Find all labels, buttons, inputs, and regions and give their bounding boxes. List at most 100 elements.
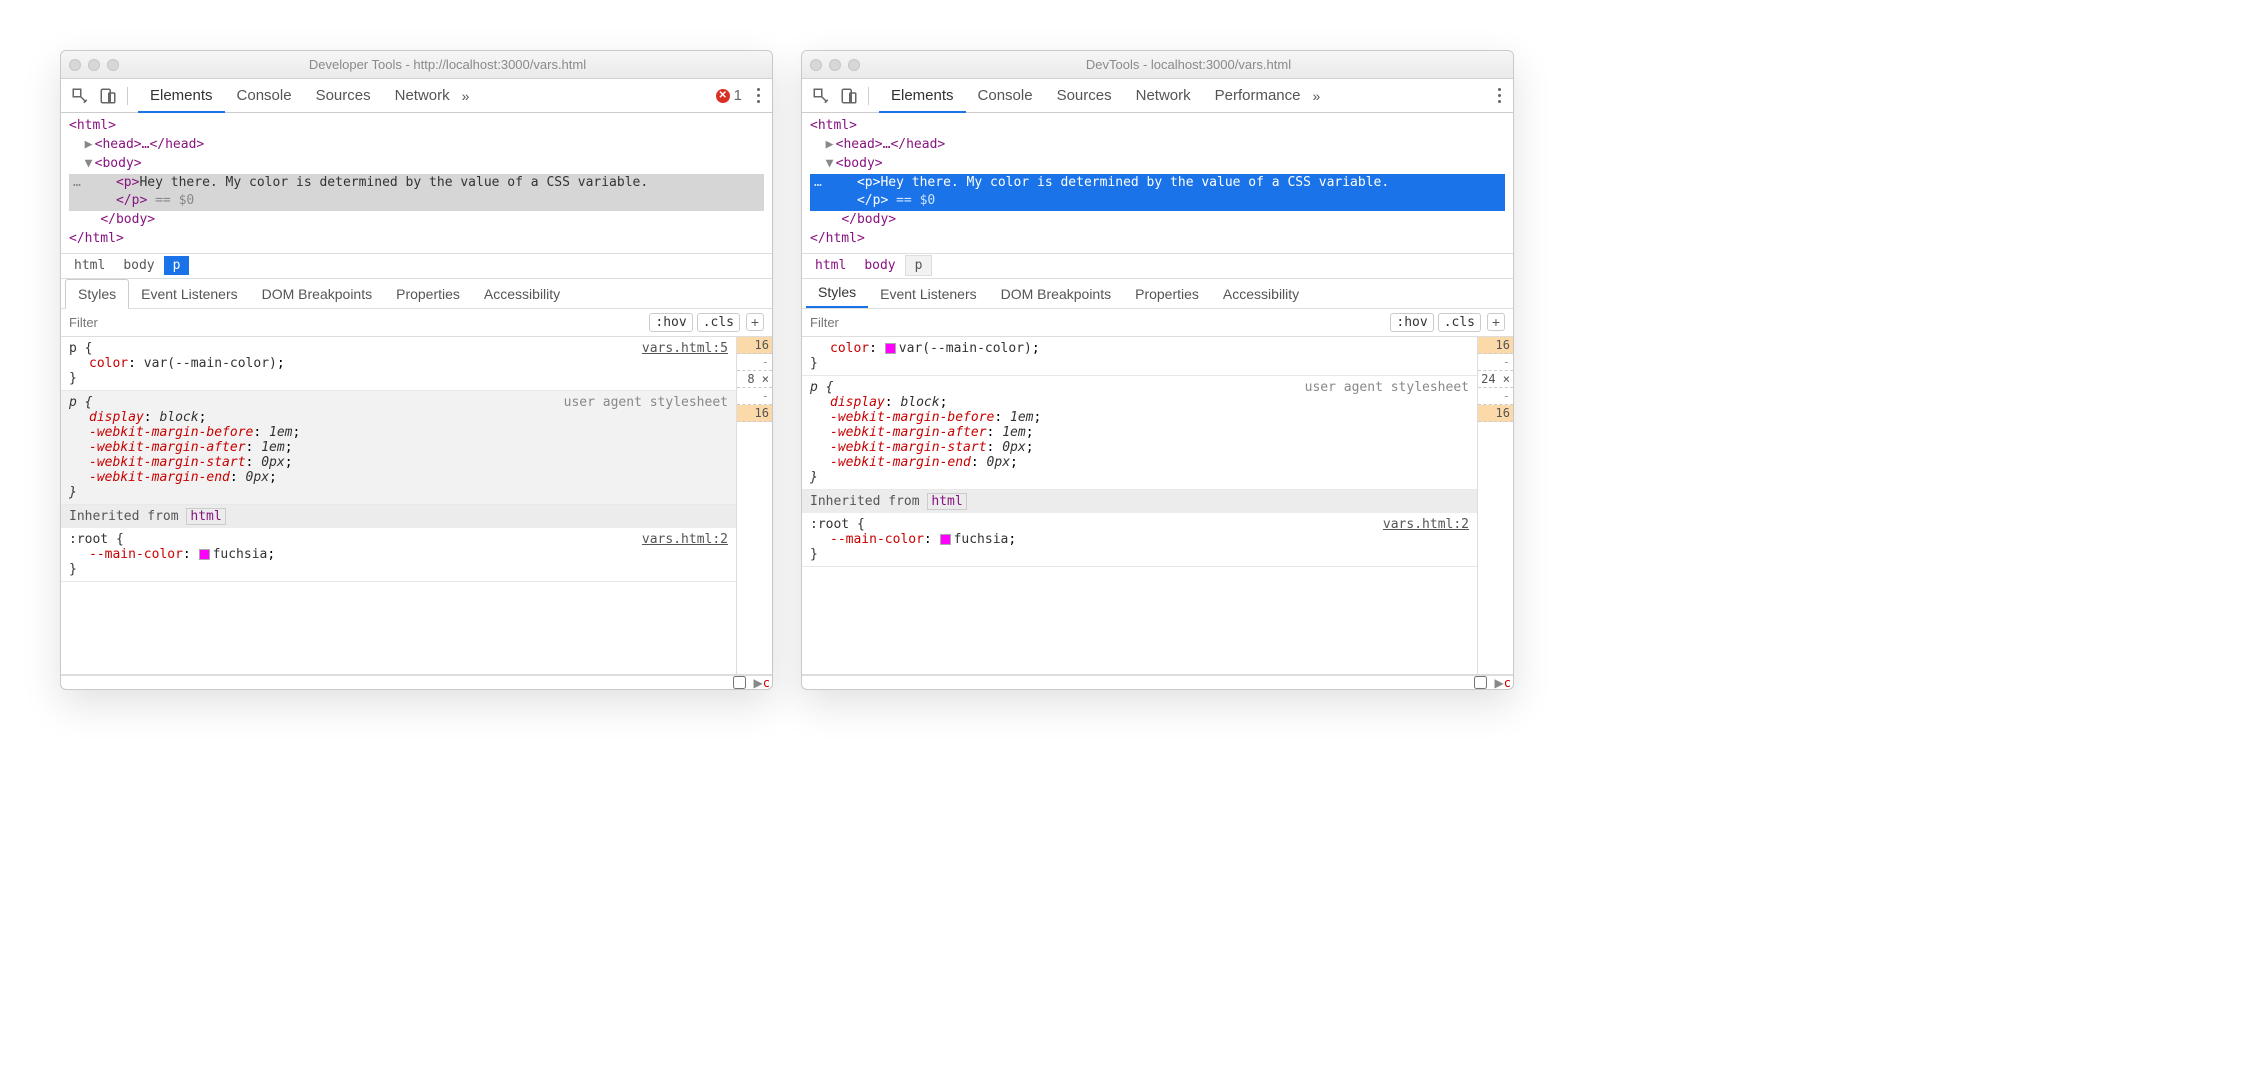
subtab-properties[interactable]: Properties — [1123, 280, 1211, 308]
source-link[interactable]: vars.html:2 — [642, 532, 728, 547]
cls-toggle[interactable]: .cls — [1438, 313, 1481, 332]
hov-toggle[interactable]: :hov — [649, 313, 692, 332]
close-light[interactable] — [810, 59, 822, 71]
crumb-p[interactable]: p — [905, 255, 933, 276]
inspect-icon[interactable] — [812, 87, 830, 105]
styles-panel[interactable]: color: var(--main-color); } user agent s… — [802, 337, 1477, 674]
truncated-code: c — [763, 676, 770, 690]
minimize-light[interactable] — [88, 59, 100, 71]
source-label: user agent stylesheet — [1305, 380, 1469, 395]
zoom-light[interactable] — [848, 59, 860, 71]
subtab-accessibility[interactable]: Accessibility — [1211, 280, 1311, 308]
tab-console[interactable]: Console — [225, 79, 304, 113]
device-icon[interactable] — [840, 87, 858, 105]
error-count: 1 — [734, 87, 742, 104]
main-tabbar: Elements Console Sources Network Perform… — [802, 79, 1513, 113]
new-style-rule-button[interactable]: + — [746, 313, 764, 331]
menu-icon[interactable] — [750, 88, 766, 103]
subtab-event-listeners[interactable]: Event Listeners — [868, 280, 989, 308]
crumb-body[interactable]: body — [114, 256, 163, 275]
expand-icon[interactable]: ▶ — [1495, 676, 1504, 690]
new-style-rule-button[interactable]: + — [1487, 313, 1505, 331]
expand-head-icon[interactable]: ▶ — [85, 136, 95, 155]
subtab-dom-breakpoints[interactable]: DOM Breakpoints — [250, 280, 384, 308]
color-swatch-icon[interactable] — [885, 343, 896, 354]
dom-tree[interactable]: <html> ▶<head>…</head> ▼<body> … <p>Hey … — [802, 113, 1513, 253]
rule-toggle-checkbox[interactable] — [1474, 676, 1487, 689]
tab-network[interactable]: Network — [383, 79, 462, 113]
source-link[interactable]: vars.html:5 — [642, 341, 728, 356]
devtools-window-left: Developer Tools - http://localhost:3000/… — [60, 50, 773, 690]
dom-html-open[interactable]: <html> — [810, 118, 857, 133]
rule-root[interactable]: vars.html:2 :root { --main-color: fuchsi… — [802, 513, 1477, 567]
metric-cell: - — [1478, 354, 1513, 371]
tab-elements[interactable]: Elements — [138, 79, 225, 113]
ellipsis-icon: … — [73, 174, 81, 193]
dom-html-open[interactable]: <html> — [69, 118, 116, 133]
collapse-body-icon[interactable]: ▼ — [85, 155, 95, 174]
source-link[interactable]: vars.html:2 — [1383, 517, 1469, 532]
subtab-event-listeners[interactable]: Event Listeners — [129, 280, 250, 308]
tab-sources[interactable]: Sources — [1045, 79, 1124, 113]
tab-performance[interactable]: Performance — [1203, 79, 1313, 113]
subtab-styles[interactable]: Styles — [65, 279, 129, 309]
color-swatch-icon[interactable] — [199, 549, 210, 560]
color-swatch-icon[interactable] — [940, 534, 951, 545]
dom-body-open[interactable]: <body> — [95, 156, 142, 171]
dom-body-open[interactable]: <body> — [836, 156, 883, 171]
expand-head-icon[interactable]: ▶ — [826, 136, 836, 155]
dom-head[interactable]: <head>…</head> — [836, 137, 946, 152]
hov-toggle[interactable]: :hov — [1390, 313, 1433, 332]
dom-head[interactable]: <head>…</head> — [95, 137, 205, 152]
expand-icon[interactable]: ▶ — [754, 676, 763, 690]
dom-tree[interactable]: <html> ▶<head>…</head> ▼<body> … <p>Hey … — [61, 113, 772, 253]
menu-icon[interactable] — [1491, 88, 1507, 103]
dom-body-close[interactable]: </body> — [100, 212, 155, 227]
device-icon[interactable] — [99, 87, 117, 105]
crumb-body[interactable]: body — [855, 256, 904, 275]
styles-filter-input[interactable] — [810, 315, 1386, 330]
subtab-styles[interactable]: Styles — [806, 278, 868, 308]
tab-network[interactable]: Network — [1124, 79, 1203, 113]
collapse-body-icon[interactable]: ▼ — [826, 155, 836, 174]
rule-toggle-checkbox[interactable] — [733, 676, 746, 689]
close-light[interactable] — [69, 59, 81, 71]
rule-root[interactable]: vars.html:2 :root { --main-color: fuchsi… — [61, 528, 736, 582]
source-label: user agent stylesheet — [564, 395, 728, 410]
cls-toggle[interactable]: .cls — [697, 313, 740, 332]
dom-html-close[interactable]: </html> — [69, 231, 124, 246]
tabs-overflow-icon[interactable]: » — [462, 88, 470, 104]
metric-cell: 16 — [1478, 405, 1513, 422]
titlebar: DevTools - localhost:3000/vars.html — [802, 51, 1513, 79]
rule-p-author[interactable]: color: var(--main-color); } — [802, 337, 1477, 376]
styles-filter-input[interactable] — [69, 315, 645, 330]
subtab-properties[interactable]: Properties — [384, 280, 472, 308]
rule-p-author[interactable]: vars.html:5 p { color: var(--main-color)… — [61, 337, 736, 391]
subtab-accessibility[interactable]: Accessibility — [472, 280, 572, 308]
metric-cell: 16 — [1478, 337, 1513, 354]
crumb-p[interactable]: p — [164, 256, 190, 275]
error-badge[interactable]: ✕ 1 — [716, 87, 742, 104]
dom-body-close[interactable]: </body> — [841, 212, 896, 227]
metric-cell: 16 — [737, 405, 772, 422]
tabs-overflow-icon[interactable]: » — [1313, 88, 1321, 104]
zoom-light[interactable] — [107, 59, 119, 71]
traffic-lights — [69, 59, 119, 71]
rule-p-ua[interactable]: user agent stylesheet p { display: block… — [61, 391, 736, 505]
breadcrumb: html body p — [802, 253, 1513, 279]
dom-selected-p[interactable]: … <p>Hey there. My color is determined b… — [810, 174, 1505, 212]
dom-html-close[interactable]: </html> — [810, 231, 865, 246]
tab-console[interactable]: Console — [966, 79, 1045, 113]
minimize-light[interactable] — [829, 59, 841, 71]
tab-elements[interactable]: Elements — [879, 79, 966, 113]
dom-selected-p[interactable]: … <p>Hey there. My color is determined b… — [69, 174, 764, 212]
subtab-dom-breakpoints[interactable]: DOM Breakpoints — [989, 280, 1123, 308]
crumb-html[interactable]: html — [806, 256, 855, 275]
inspect-icon[interactable] — [71, 87, 89, 105]
styles-panel[interactable]: vars.html:5 p { color: var(--main-color)… — [61, 337, 736, 674]
bottom-bar: ▶ c — [802, 675, 1513, 689]
crumb-html[interactable]: html — [65, 256, 114, 275]
tab-sources[interactable]: Sources — [304, 79, 383, 113]
rule-p-ua[interactable]: user agent stylesheet p { display: block… — [802, 376, 1477, 490]
main-tabbar: Elements Console Sources Network » ✕ 1 — [61, 79, 772, 113]
